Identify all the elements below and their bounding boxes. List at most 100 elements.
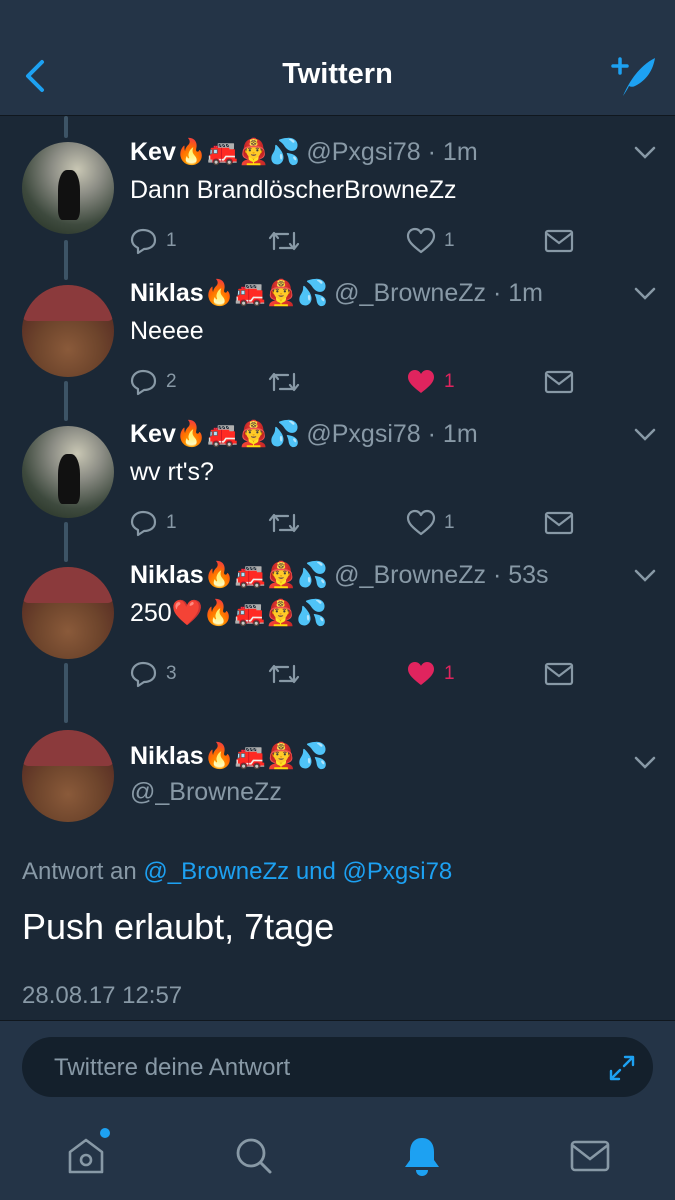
compose-tweet-icon[interactable] xyxy=(609,52,657,100)
author-name[interactable]: Kev🔥🚒👨‍🚒💦 xyxy=(130,138,300,166)
tweet-time: · 1m xyxy=(427,420,478,448)
tweet-actions: 1 1 xyxy=(130,508,580,538)
retweet-button[interactable] xyxy=(268,226,300,256)
chevron-down-icon[interactable] xyxy=(634,146,656,160)
chevron-down-icon[interactable] xyxy=(634,428,656,442)
page-title: Twittern xyxy=(282,58,393,90)
tweet-header: Kev🔥🚒👨‍🚒💦 @Pxgsi78 · 1m xyxy=(130,420,478,449)
envelope-icon xyxy=(544,229,574,253)
like-button[interactable]: 1 xyxy=(406,367,455,397)
retweet-button[interactable] xyxy=(268,367,300,397)
top-bar: Twittern xyxy=(0,0,675,116)
reply-to-link[interactable]: @_BrowneZz und @Pxgsi78 xyxy=(143,858,452,885)
heart-icon xyxy=(406,227,436,254)
avatar[interactable] xyxy=(22,730,114,822)
heart-icon xyxy=(406,509,436,536)
retweet-icon xyxy=(268,231,300,251)
heart-filled-icon xyxy=(408,370,434,393)
like-button[interactable]: 1 xyxy=(406,226,455,256)
tweet-text: 250❤️🔥🚒👨‍🚒💦 xyxy=(130,599,328,627)
reply-button[interactable]: 1 xyxy=(130,226,177,256)
reply-count: 1 xyxy=(166,512,177,533)
retweet-button[interactable] xyxy=(268,659,300,689)
tweet-time: · 1m xyxy=(427,138,478,166)
thread-tweet[interactable]: Niklas🔥🚒👨‍🚒💦 @_BrowneZz · 1m Neeee 2 1 xyxy=(0,257,675,398)
avatar[interactable] xyxy=(22,285,114,377)
chevron-down-icon[interactable] xyxy=(634,569,656,583)
tweet-text: Dann BrandlöscherBrowneZz xyxy=(130,176,457,204)
tweet-header: Kev🔥🚒👨‍🚒💦 @Pxgsi78 · 1m xyxy=(130,138,478,167)
reply-context: Antwort an @_BrowneZz und @Pxgsi78 xyxy=(22,858,452,886)
tweet-header: Niklas🔥🚒👨‍🚒💦 @_BrowneZz · 53s xyxy=(130,561,549,590)
retweet-icon xyxy=(268,513,300,533)
direct-message-button[interactable] xyxy=(544,226,574,256)
reply-button[interactable]: 3 xyxy=(130,659,177,689)
tweet-text: Neeee xyxy=(130,317,204,345)
tweet-header: Niklas🔥🚒👨‍🚒💦 @_BrowneZz · 1m xyxy=(130,279,543,308)
like-count: 1 xyxy=(444,230,455,251)
chevron-down-icon[interactable] xyxy=(634,287,656,301)
envelope-icon xyxy=(544,370,574,394)
retweet-button[interactable] xyxy=(268,508,300,538)
tab-search[interactable] xyxy=(232,1134,276,1178)
reply-placeholder: Twittere deine Antwort xyxy=(54,1054,291,1081)
thread-tweet[interactable]: Niklas🔥🚒👨‍🚒💦 @_BrowneZz · 53s 250❤️🔥🚒👨‍🚒💦… xyxy=(0,539,675,688)
heart-filled-icon xyxy=(408,662,434,685)
envelope-icon xyxy=(544,511,574,535)
author-name[interactable]: Kev🔥🚒👨‍🚒💦 xyxy=(130,420,300,448)
tweet-actions: 1 1 xyxy=(130,226,580,256)
notifications-bell-icon xyxy=(405,1138,439,1176)
home-icon xyxy=(68,1138,104,1174)
like-button[interactable]: 1 xyxy=(406,508,455,538)
reply-bar: Twittere deine Antwort xyxy=(0,1020,675,1110)
tweet-time: · 53s xyxy=(492,561,549,589)
tweet-time: · 1m xyxy=(492,279,543,307)
chevron-down-icon[interactable] xyxy=(634,756,656,770)
author-handle[interactable]: @_BrowneZz xyxy=(130,778,282,807)
reply-icon xyxy=(130,661,157,688)
avatar[interactable] xyxy=(22,567,114,659)
tab-messages[interactable] xyxy=(568,1134,612,1178)
reply-icon xyxy=(130,510,157,537)
thread-tweet[interactable]: Kev🔥🚒👨‍🚒💦 @Pxgsi78 · 1m Dann Brandlöscher… xyxy=(0,116,675,257)
thread-tweet[interactable]: Kev🔥🚒👨‍🚒💦 @Pxgsi78 · 1m wv rt's? 1 1 xyxy=(0,398,675,539)
avatar[interactable] xyxy=(22,142,114,234)
new-content-dot xyxy=(100,1128,110,1138)
like-count: 1 xyxy=(444,371,455,392)
reply-count: 1 xyxy=(166,230,177,251)
like-count: 1 xyxy=(444,663,455,684)
messages-icon xyxy=(570,1140,610,1172)
reply-icon xyxy=(130,369,157,396)
direct-message-button[interactable] xyxy=(544,367,574,397)
bottom-tab-bar xyxy=(0,1110,675,1200)
author-name[interactable]: Niklas🔥🚒👨‍🚒💦 xyxy=(130,279,328,307)
search-icon xyxy=(236,1138,272,1174)
like-count: 1 xyxy=(444,512,455,533)
tweet-text: Push erlaubt, 7tage xyxy=(22,906,335,947)
reply-count: 3 xyxy=(166,663,177,684)
author-handle: @Pxgsi78 xyxy=(306,420,421,448)
direct-message-button[interactable] xyxy=(544,659,574,689)
author-handle: @_BrowneZz xyxy=(334,279,486,307)
focused-tweet: Niklas🔥🚒👨‍🚒💦 @_BrowneZz Antwort an @_Bro… xyxy=(0,720,675,1020)
retweet-icon xyxy=(268,372,300,392)
author-name[interactable]: Niklas🔥🚒👨‍🚒💦 xyxy=(130,742,328,771)
like-button[interactable]: 1 xyxy=(406,659,455,689)
retweet-icon xyxy=(268,664,300,684)
author-name[interactable]: Niklas🔥🚒👨‍🚒💦 xyxy=(130,561,328,589)
direct-message-button[interactable] xyxy=(544,508,574,538)
tweet-timestamp: 28.08.17 12:57 xyxy=(22,982,183,1009)
tab-home[interactable] xyxy=(64,1128,110,1178)
reply-count: 2 xyxy=(166,371,177,392)
reply-button[interactable]: 2 xyxy=(130,367,177,397)
tweet-text: wv rt's? xyxy=(130,458,214,486)
tab-notifications[interactable] xyxy=(400,1134,444,1178)
avatar[interactable] xyxy=(22,426,114,518)
envelope-icon xyxy=(544,662,574,686)
tweet-actions: 3 1 xyxy=(130,659,580,689)
reply-button[interactable]: 1 xyxy=(130,508,177,538)
tweet-actions: 2 1 xyxy=(130,367,580,397)
reply-input[interactable]: Twittere deine Antwort xyxy=(22,1037,653,1097)
expand-icon[interactable] xyxy=(607,1053,637,1083)
author-handle: @Pxgsi78 xyxy=(306,138,421,166)
